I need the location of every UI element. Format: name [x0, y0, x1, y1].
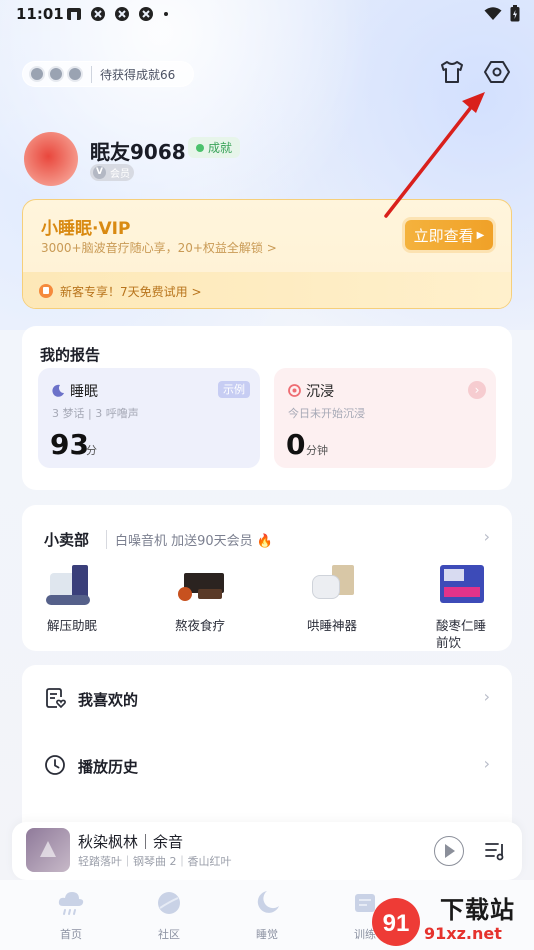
planet-icon	[158, 892, 180, 914]
tab-home-label: 首页	[60, 928, 82, 941]
achievement-badge-icon	[48, 66, 64, 82]
chevron-right-icon: ▶	[476, 229, 485, 241]
shop-item[interactable]: 解压助眠	[22, 563, 122, 634]
achievement-pill[interactable]: 待获得成就66	[22, 61, 194, 87]
fire-icon: 🔥	[256, 534, 274, 549]
sleep-title: 睡眠	[70, 384, 98, 400]
more-notifications-dot	[164, 12, 168, 16]
chevron-right-icon[interactable]: ›	[484, 527, 490, 546]
history-label: 播放历史	[78, 758, 139, 776]
favorites-doc-heart-icon	[46, 688, 66, 709]
watermark-url: 91xz.net	[424, 924, 502, 943]
member-badge-label: 会员	[110, 169, 130, 180]
achievement-dot-icon	[195, 143, 204, 152]
chevron-right-icon: ›	[483, 754, 490, 773]
shop-title: 小卖部	[44, 531, 90, 549]
immerse-title: 沉浸	[306, 384, 334, 400]
achievement-badge-icon	[29, 66, 45, 82]
playlist-icon[interactable]	[484, 840, 506, 862]
app-notification-icon	[67, 8, 81, 20]
shop-item[interactable]: 哄睡神器	[282, 563, 382, 634]
vip-card[interactable]: 小睡眠·VIP 3000+脑波音疗随心享，20+权益全解锁 > 立即查看 ▶ 新…	[22, 199, 512, 309]
tab-home[interactable]: 首页	[41, 888, 101, 942]
shop-promo-text: 白噪音机 加送90天会员	[115, 534, 253, 549]
chevron-right-icon: ›	[468, 381, 486, 399]
immerse-note: 今日未开始沉浸	[288, 407, 365, 420]
vip-title: 小睡眠·VIP	[41, 219, 131, 239]
sleep-score: 93	[50, 428, 89, 461]
gift-icon	[39, 284, 53, 298]
shop-item[interactable]: 酸枣仁睡 前饮	[412, 563, 512, 651]
vip-subtitle: 3000+脑波音疗随心享，20+权益全解锁 >	[41, 241, 277, 255]
free-trial-banner[interactable]: 新客专享！7天免费试用 >	[23, 272, 511, 308]
tab-community-label: 社区	[158, 928, 180, 941]
watermark-logo-text: 91	[383, 910, 410, 937]
sleep-report-card[interactable]: 睡眠 示例 3 梦话 | 3 呼噜声 93 分	[38, 368, 260, 468]
album-cover[interactable]	[26, 828, 70, 872]
history-row[interactable]: 播放历史 ›	[22, 732, 512, 798]
song-subtitle: 轻踏落叶｜钢琴曲 2｜香山红叶	[78, 855, 232, 868]
immerse-minutes: 0	[286, 428, 306, 461]
clock-icon	[45, 755, 65, 775]
vip-view-button[interactable]: 立即查看 ▶	[405, 220, 493, 250]
play-button[interactable]	[434, 836, 464, 866]
song-title: 秋染枫林｜余音	[78, 833, 184, 851]
product-image	[44, 563, 100, 607]
app-notification-icon	[91, 7, 105, 21]
shop-card[interactable]: 小卖部 白噪音机 加送90天会员 🔥 › 解压助眠 熬夜食疗 哄睡神器 酸枣仁睡	[22, 505, 512, 651]
status-bar: 11:01	[0, 0, 534, 28]
favorites-label: 我喜欢的	[78, 691, 139, 709]
shop-item-label: 解压助眠	[46, 618, 97, 633]
immerse-unit: 分钟	[306, 444, 328, 457]
member-badge[interactable]: V 会员	[90, 164, 134, 181]
report-card: 我的报告 睡眠 示例 3 梦话 | 3 呼噜声 93 分 沉浸 › 今日未开始沉…	[22, 326, 512, 490]
vip-v-icon: V	[93, 166, 106, 179]
achievement-tag[interactable]: 成就	[188, 137, 240, 158]
wifi-icon	[484, 6, 502, 20]
settings-hexagon-icon[interactable]	[483, 58, 511, 86]
tab-community[interactable]: 社区	[139, 888, 199, 942]
product-image	[304, 563, 360, 607]
watermark-text: 下载站	[440, 896, 515, 924]
tab-sleep[interactable]: 睡觉	[237, 888, 297, 942]
sleep-note: 3 梦话 | 3 呼噜声	[52, 407, 139, 420]
sleep-score-unit: 分	[86, 444, 97, 457]
shop-item-label: 酸枣仁睡 前饮	[436, 618, 487, 650]
achievement-pill-label: 待获得成就66	[91, 65, 175, 83]
avatar[interactable]	[24, 132, 78, 186]
report-title: 我的报告	[40, 346, 101, 364]
tshirt-icon[interactable]	[438, 58, 466, 86]
immerse-report-card[interactable]: 沉浸 › 今日未开始沉浸 0 分钟	[274, 368, 496, 468]
favorites-row[interactable]: 我喜欢的 ›	[22, 665, 512, 731]
product-image	[434, 563, 490, 607]
shop-item[interactable]: 熬夜食疗	[150, 563, 250, 634]
shop-promo: 白噪音机 加送90天会员 🔥	[106, 530, 273, 549]
username[interactable]: 眠友9068	[90, 136, 186, 165]
vip-view-button-label: 立即查看	[413, 226, 474, 245]
moon-cloud-icon	[257, 891, 279, 913]
achievement-badge-icon	[67, 66, 83, 82]
app-notification-icon	[139, 7, 153, 21]
target-icon	[288, 384, 301, 397]
status-notification-icons	[66, 6, 168, 22]
mini-player[interactable]: 秋染枫林｜余音 轻踏落叶｜钢琴曲 2｜香山红叶	[12, 822, 522, 880]
chevron-right-icon: ›	[483, 687, 490, 706]
status-time: 11:01	[16, 5, 64, 23]
demo-tag: 示例	[218, 381, 250, 398]
shop-item-label: 熬夜食疗	[174, 618, 225, 633]
status-system-icons	[484, 5, 520, 22]
free-trial-text: 新客专享！7天免费试用 >	[60, 284, 202, 299]
cloud-rain-icon	[58, 892, 84, 915]
product-image	[172, 563, 228, 607]
battery-icon	[510, 5, 520, 22]
shop-item-label: 哄睡神器	[306, 618, 357, 633]
app-notification-icon	[115, 7, 129, 21]
tab-sleep-label: 睡觉	[256, 928, 278, 941]
moon-icon	[52, 384, 64, 397]
achievement-tag-label: 成就	[207, 141, 232, 155]
